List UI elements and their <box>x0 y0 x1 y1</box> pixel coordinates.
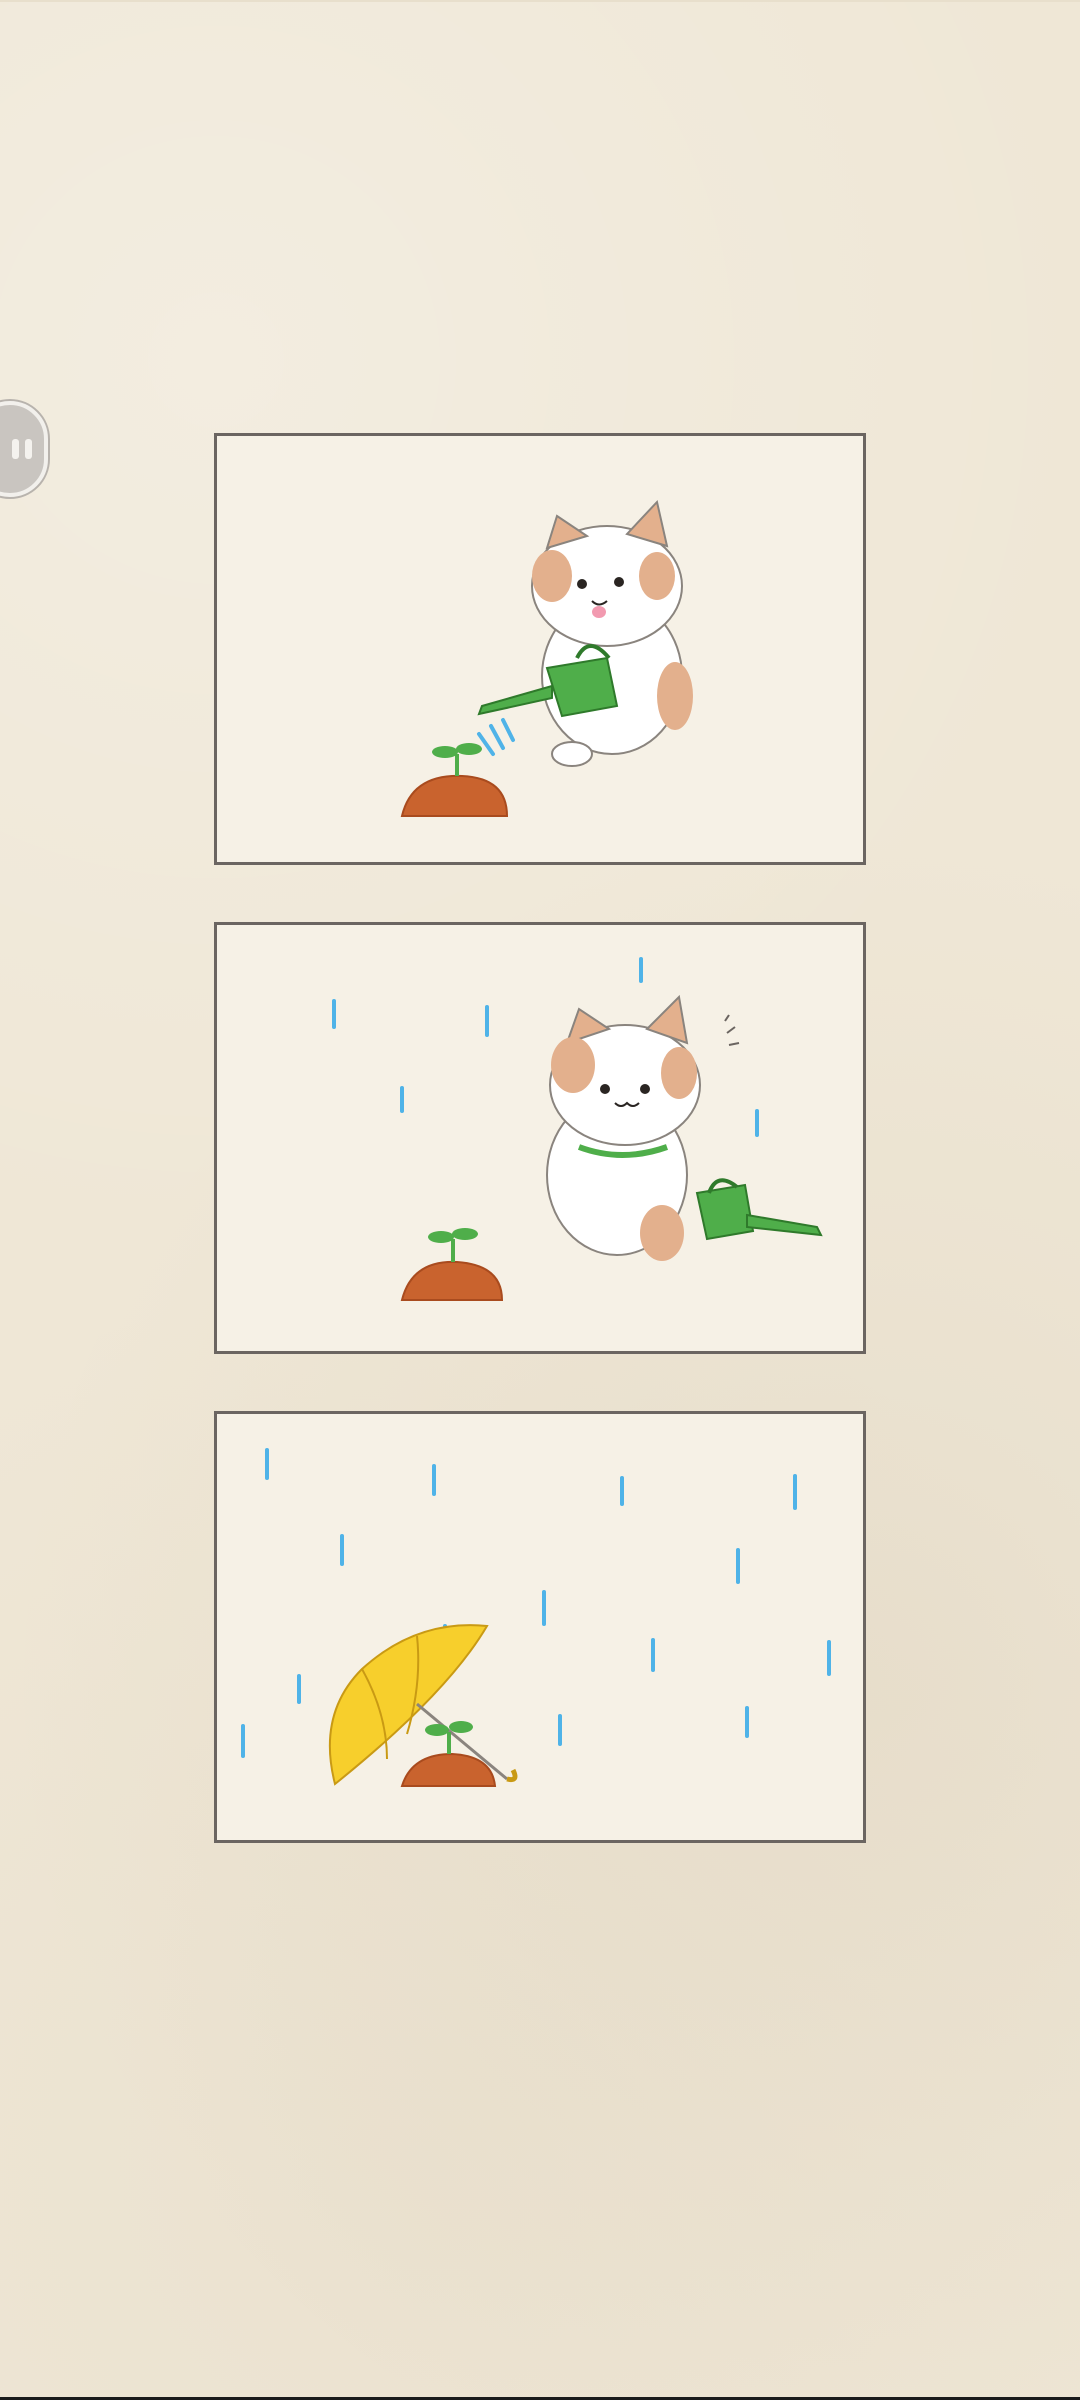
sprout-with-soil <box>400 1228 504 1301</box>
watering-can <box>695 1178 823 1241</box>
pause-icon <box>12 439 19 459</box>
panel-2-illustration <box>332 957 823 1301</box>
comic-panel-1[interactable] <box>214 433 866 865</box>
pause-icon-bar <box>25 439 32 459</box>
pause-button[interactable] <box>0 401 48 497</box>
cat-character <box>531 499 693 767</box>
top-edge <box>0 0 1080 2</box>
rain-drops <box>241 1448 831 1758</box>
panel-1-illustration <box>400 499 693 817</box>
comic-panel-2[interactable] <box>214 922 866 1354</box>
water-spray <box>477 718 515 756</box>
sprout-with-soil <box>400 1721 497 1787</box>
panel-3-illustration <box>241 1448 831 1787</box>
comic-panel-3[interactable] <box>214 1411 866 1843</box>
